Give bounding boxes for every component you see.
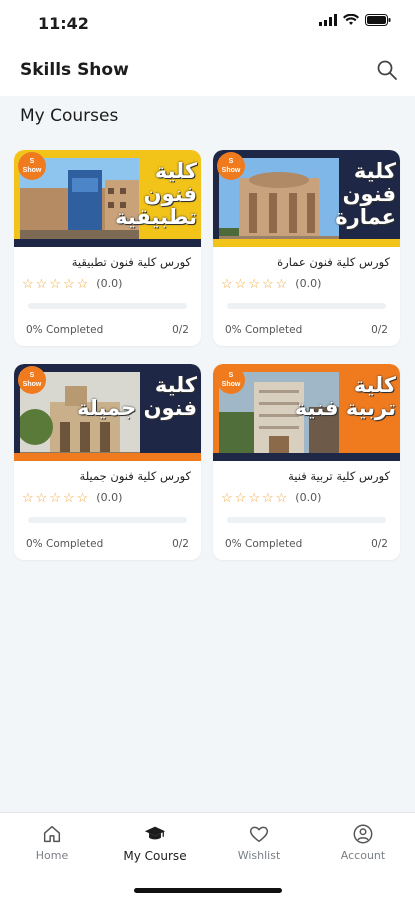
star-icon: ☆ <box>221 490 233 505</box>
star-icon: ☆ <box>49 490 61 505</box>
tab-label: Home <box>35 849 69 862</box>
star-icon: ☆ <box>22 276 34 291</box>
skills-show-logo: S Show <box>217 152 245 180</box>
star-icon: ☆ <box>35 276 48 291</box>
rating: ☆ ☆ ☆ ☆ ☆ (0.0) <box>22 277 122 290</box>
skills-show-logo: S Show <box>18 366 46 394</box>
account-icon <box>353 824 373 844</box>
tab-label: Account <box>340 849 386 862</box>
tab-label: Wishlist <box>237 849 281 862</box>
course-card[interactable]: كلية تربية فنية S Show كورس كلية تربية فن… <box>213 364 400 560</box>
star-icon: ☆ <box>248 276 260 291</box>
lesson-count: 0/2 <box>172 538 189 550</box>
rating-value: (0.0) <box>295 491 322 504</box>
star-icon: ☆ <box>221 276 233 291</box>
status-bar: 11:42 <box>0 0 415 44</box>
section-title: My Courses <box>20 106 119 126</box>
star-icon: ☆ <box>261 276 274 291</box>
star-icon: ☆ <box>248 490 260 505</box>
star-icon: ☆ <box>76 276 89 291</box>
rating-value: (0.0) <box>295 277 322 290</box>
progress-bar <box>28 303 187 309</box>
tab-account[interactable]: Account <box>318 823 408 862</box>
completion-text: 0% Completed <box>225 324 303 336</box>
course-thumbnail: كلية تربية فنية S Show <box>213 364 400 461</box>
course-name: كورس كلية تربية فنية <box>288 469 390 483</box>
status-icons <box>319 14 391 26</box>
heart-icon <box>249 826 269 843</box>
skills-show-logo: S Show <box>217 366 245 394</box>
thumbnail-title: كلية فنون تطبيقية <box>115 159 197 229</box>
star-icon: ☆ <box>234 490 247 505</box>
completion-text: 0% Completed <box>26 538 104 550</box>
app-header: Skills Show <box>0 44 415 96</box>
lesson-count: 0/2 <box>371 538 388 550</box>
course-thumbnail: كلية فنون تطبيقية S Show <box>14 150 201 247</box>
graduation-cap-icon <box>144 826 166 840</box>
search-icon[interactable] <box>375 58 399 82</box>
course-thumbnail: كلية فنون جميلة S Show <box>14 364 201 461</box>
star-icon: ☆ <box>234 276 247 291</box>
rating-value: (0.0) <box>96 491 123 504</box>
completion-text: 0% Completed <box>26 324 104 336</box>
thumbnail-title: كلية فنون جميلة <box>77 373 197 420</box>
progress-bar <box>227 517 386 523</box>
course-card[interactable]: كلية فنون عمارة S Show كورس كلية فنون عما… <box>213 150 400 346</box>
tab-label: My Course <box>123 849 187 863</box>
tab-home[interactable]: Home <box>7 823 97 862</box>
tab-my-course[interactable]: My Course <box>110 823 200 863</box>
skills-show-logo: S Show <box>18 152 46 180</box>
rating: ☆ ☆ ☆ ☆ ☆ (0.0) <box>221 277 321 290</box>
wifi-icon <box>343 14 359 25</box>
star-icon: ☆ <box>22 490 34 505</box>
tab-wishlist[interactable]: Wishlist <box>214 823 304 862</box>
rating: ☆ ☆ ☆ ☆ ☆ (0.0) <box>221 491 321 504</box>
rating-value: (0.0) <box>96 277 123 290</box>
progress-bar <box>28 517 187 523</box>
star-icon: ☆ <box>35 490 48 505</box>
app-title: Skills Show <box>20 60 129 80</box>
course-name: كورس كلية فنون جميلة <box>79 469 191 483</box>
star-icon: ☆ <box>275 490 288 505</box>
star-icon: ☆ <box>49 276 61 291</box>
thumbnail-title: كلية تربية فنية <box>294 373 396 420</box>
star-icon: ☆ <box>76 490 89 505</box>
course-thumbnail: كلية فنون عمارة S Show <box>213 150 400 247</box>
progress-bar <box>227 303 386 309</box>
bottom-tab-bar: Home My Course Wishlist Account <box>0 812 415 900</box>
cellular-icon <box>319 14 337 26</box>
lesson-count: 0/2 <box>371 324 388 336</box>
star-icon: ☆ <box>62 490 75 505</box>
thumbnail-title: كلية فنون عمارة <box>335 159 396 229</box>
home-icon <box>43 825 61 843</box>
course-card[interactable]: كلية فنون تطبيقية S Show كورس كلية فنون ت… <box>14 150 201 346</box>
completion-text: 0% Completed <box>225 538 303 550</box>
home-indicator <box>134 888 282 893</box>
battery-icon <box>365 14 391 26</box>
star-icon: ☆ <box>62 276 75 291</box>
course-card[interactable]: كلية فنون جميلة S Show كورس كلية فنون جمي… <box>14 364 201 560</box>
status-time: 11:42 <box>38 14 89 33</box>
course-name: كورس كلية فنون عمارة <box>277 255 390 269</box>
star-icon: ☆ <box>275 276 288 291</box>
rating: ☆ ☆ ☆ ☆ ☆ (0.0) <box>22 491 122 504</box>
course-name: كورس كلية فنون تطبيقية <box>71 255 191 269</box>
star-icon: ☆ <box>261 490 274 505</box>
lesson-count: 0/2 <box>172 324 189 336</box>
